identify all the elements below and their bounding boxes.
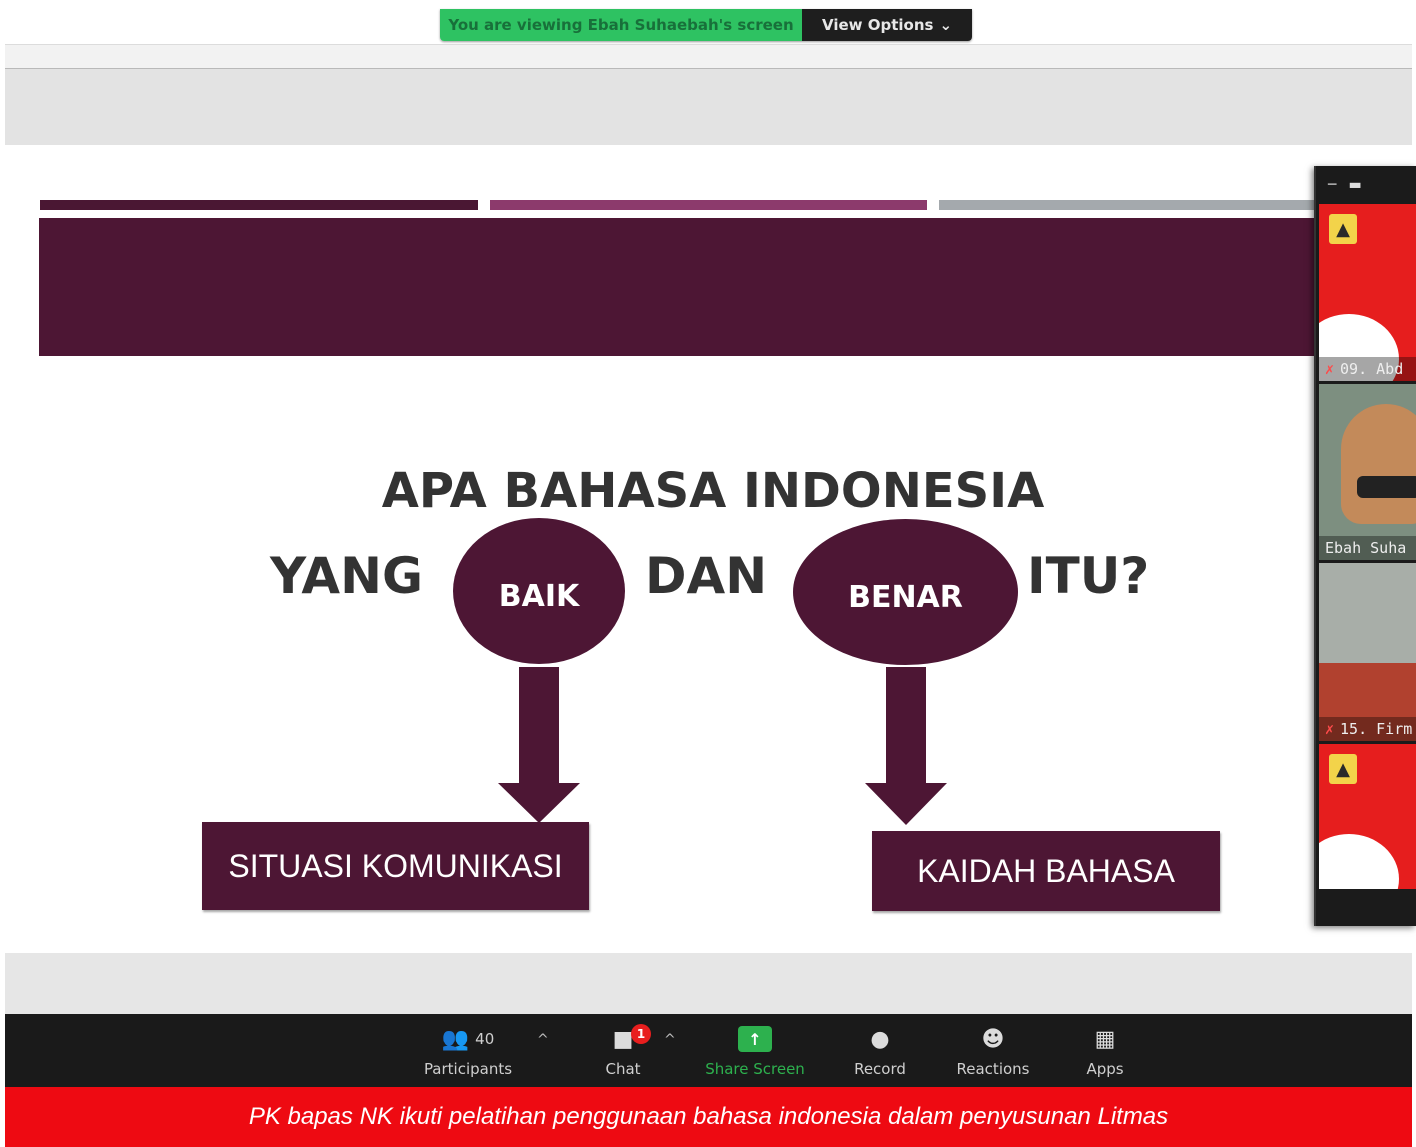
chat-label: Chat xyxy=(605,1060,641,1078)
word-yang: YANG xyxy=(270,547,424,605)
photo-caption: PK bapas NK ikuti pelatihan penggunaan b… xyxy=(5,1087,1412,1147)
participant-tile[interactable]: ▲ ✗ 09. Abd xyxy=(1319,204,1416,381)
arrow-right-head xyxy=(865,783,947,825)
presentation-slide: APA BAHASA INDONESIA YANG BAIK DAN BENAR… xyxy=(5,145,1412,953)
screen-share-banner: You are viewing Ebah Suhaebah's screen V… xyxy=(440,9,972,41)
arrow-right-shaft xyxy=(886,667,926,785)
participant-tile[interactable]: ✗ 15. Firm xyxy=(1319,563,1416,741)
logo-shape xyxy=(1319,834,1399,889)
minimize-icon[interactable]: ─ xyxy=(1328,177,1336,193)
share-screen-label: Share Screen xyxy=(705,1060,805,1078)
arrow-left-shaft xyxy=(519,667,559,785)
slide-question: APA BAHASA INDONESIA xyxy=(381,463,1045,519)
record-icon: ● xyxy=(870,1026,890,1052)
chat-caret-button[interactable]: ^ xyxy=(664,1032,676,1048)
word-itu: ITU? xyxy=(1027,547,1150,605)
slide-title-band xyxy=(39,218,1339,356)
share-screen-button[interactable]: ↑ Share Screen xyxy=(705,1022,805,1078)
apps-label: Apps xyxy=(1086,1060,1124,1078)
apps-button[interactable]: ▦ Apps xyxy=(1083,1022,1127,1079)
oval-benar-label: BENAR xyxy=(848,579,963,615)
chat-badge: 1 xyxy=(631,1024,651,1044)
participant-video-silhouette xyxy=(1341,404,1416,524)
participant-tile[interactable]: ▲ xyxy=(1319,744,1416,889)
window-icon[interactable]: ▬ xyxy=(1348,177,1361,193)
box-kaidah-bahasa: KAIDAH BAHASA xyxy=(872,831,1220,911)
viewing-notice: You are viewing Ebah Suhaebah's screen xyxy=(440,9,802,41)
accent-stripe-gray xyxy=(939,200,1339,210)
participant-name: Ebah Suha xyxy=(1319,536,1416,560)
oval-baik-label: BAIK xyxy=(498,578,580,614)
arrow-left-head xyxy=(498,783,580,823)
smiley-icon: ☻ xyxy=(981,1026,1005,1052)
mic-muted-icon: ✗ xyxy=(1325,360,1335,378)
record-button[interactable]: ● Record xyxy=(848,1022,912,1079)
word-dan: DAN xyxy=(645,547,768,605)
record-label: Record xyxy=(854,1060,906,1078)
meeting-toolbar: 👥 40 Participants ^ ■ 1 Chat ^ ↑ Share Sc… xyxy=(5,1014,1412,1087)
share-arrow-icon: ↑ xyxy=(738,1026,772,1052)
reactions-label: Reactions xyxy=(956,1060,1030,1078)
agency-logo-icon: ▲ xyxy=(1329,754,1357,784)
chevron-down-icon: ⌄ xyxy=(939,16,953,34)
oval-baik: BAIK xyxy=(453,518,625,664)
shared-screen: APA BAHASA INDONESIA YANG BAIK DAN BENAR… xyxy=(5,44,1412,1015)
accent-stripe-dark xyxy=(40,200,478,210)
accent-stripe-mauve xyxy=(490,200,927,210)
people-icon: 👥 40 xyxy=(441,1026,495,1052)
agency-logo-icon: ▲ xyxy=(1329,214,1357,244)
app-ribbon xyxy=(5,69,1412,145)
participant-name: ✗ 09. Abd xyxy=(1319,357,1416,381)
participant-name: ✗ 15. Firm xyxy=(1319,717,1416,741)
chat-button[interactable]: ■ 1 Chat xyxy=(603,1022,651,1078)
reactions-button[interactable]: ☻ Reactions xyxy=(953,1022,1033,1079)
view-options-button[interactable]: View Options ⌄ xyxy=(802,9,972,41)
box-situasi-komunikasi: SITUASI KOMUNIKASI xyxy=(202,822,589,910)
participants-video-panel: ─ ▬ ▲ ✗ 09. Abd Ebah Suha ✗ 15. Firm ▲ xyxy=(1314,166,1416,926)
panel-controls: ─ ▬ xyxy=(1316,166,1416,204)
view-options-label: View Options xyxy=(821,16,934,34)
participants-count: 40 xyxy=(475,1030,495,1048)
oval-benar: BENAR xyxy=(793,519,1018,665)
participants-caret-button[interactable]: ^ xyxy=(537,1032,549,1048)
participant-tile[interactable]: Ebah Suha xyxy=(1319,384,1416,560)
mic-muted-icon: ✗ xyxy=(1325,720,1335,738)
slide-footer-area xyxy=(5,953,1412,1015)
glasses-shape xyxy=(1357,476,1416,498)
apps-icon: ▦ xyxy=(1094,1026,1116,1052)
participants-button[interactable]: 👥 40 Participants xyxy=(423,1022,513,1079)
participants-label: Participants xyxy=(423,1060,513,1078)
